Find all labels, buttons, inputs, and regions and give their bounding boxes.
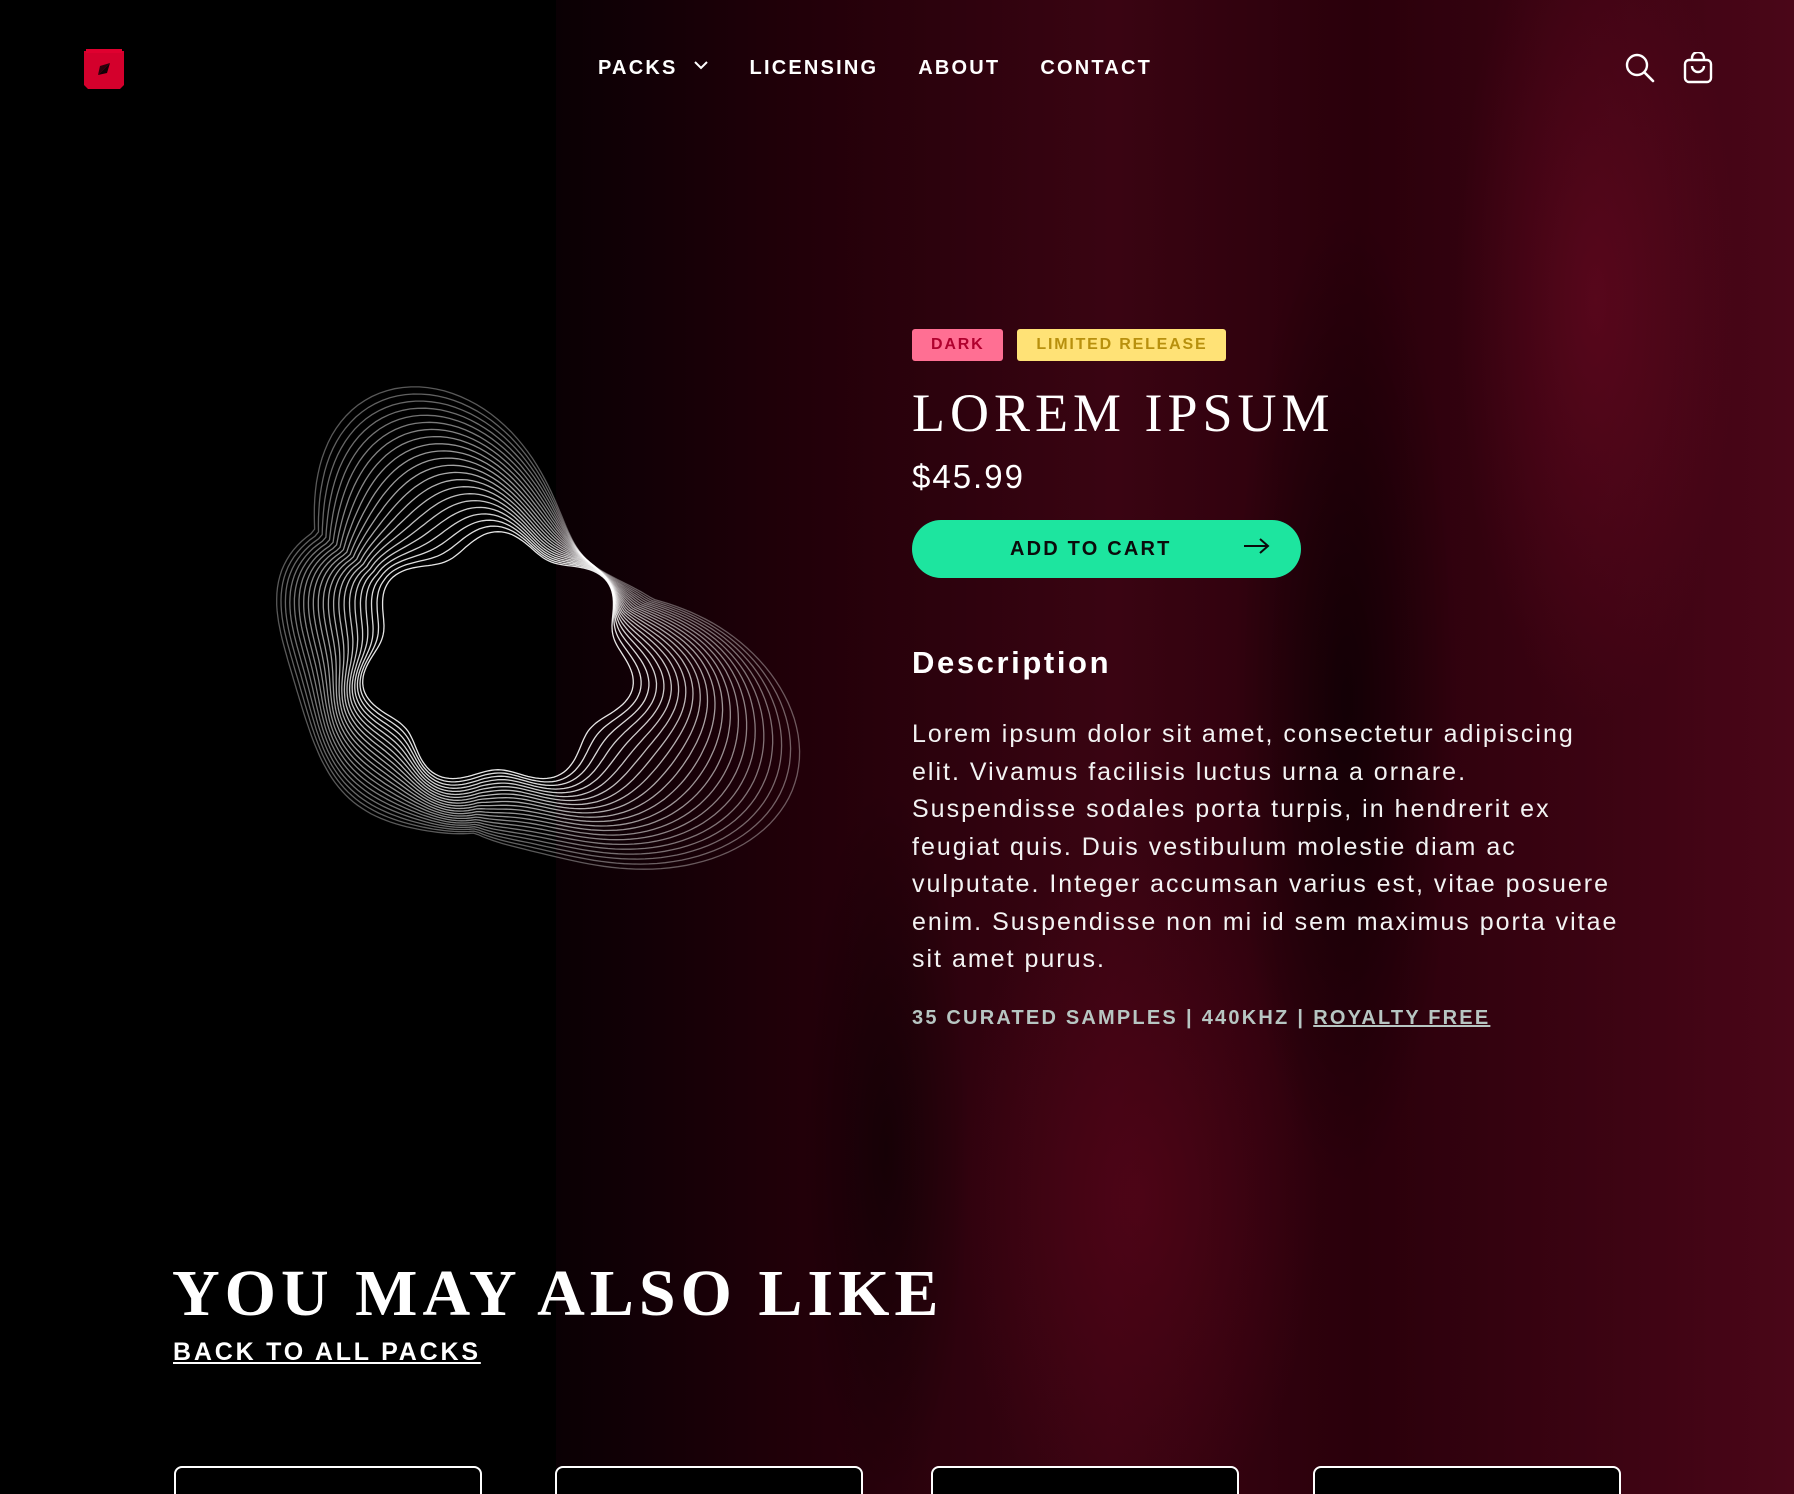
- shopping-bag-icon[interactable]: [1682, 50, 1714, 84]
- product-price: $45.99: [912, 458, 1025, 495]
- nav-contact[interactable]: CONTACT: [1040, 57, 1152, 80]
- description-text: Lorem ipsum dolor sit amet, consectetur …: [912, 720, 1619, 973]
- main-nav: PACKS LICENSING ABOUT CONTACT: [598, 56, 1152, 80]
- related-heading: YOU MAY ALSO LIKE: [172, 1257, 944, 1330]
- meta-rate: 440KHZ: [1201, 1007, 1290, 1029]
- add-to-cart-button[interactable]: ADD TO CART: [912, 520, 1301, 578]
- header-actions: [1624, 50, 1714, 84]
- related-card[interactable]: [931, 1466, 1239, 1494]
- nav-licensing[interactable]: LICENSING: [750, 57, 879, 80]
- related-card[interactable]: [174, 1466, 482, 1494]
- meta-separator: |: [1185, 1007, 1194, 1029]
- artwork-line: [351, 506, 665, 794]
- product-badges: DARK LIMITED RELEASE: [912, 329, 1227, 361]
- related-card[interactable]: [1313, 1466, 1621, 1494]
- product-artwork: [168, 335, 828, 985]
- chevron-down-icon: [692, 56, 710, 80]
- artwork-line: [343, 486, 687, 806]
- search-icon[interactable]: [1624, 52, 1656, 84]
- add-to-cart-label: ADD TO CART: [1010, 537, 1172, 560]
- artwork-line: [356, 519, 650, 787]
- brand-logo-icon[interactable]: [80, 45, 128, 93]
- description-heading: Description: [912, 645, 1112, 680]
- nav-about[interactable]: ABOUT: [918, 57, 1000, 80]
- meta-samples: 35 CURATED SAMPLES: [912, 1007, 1178, 1029]
- nav-packs[interactable]: PACKS: [598, 56, 710, 80]
- artwork-line: [346, 493, 680, 802]
- artwork-line: [276, 386, 801, 870]
- related-card[interactable]: [555, 1466, 863, 1494]
- royalty-free-link[interactable]: ROYALTY FREE: [1313, 1007, 1490, 1029]
- nav-licensing-label: LICENSING: [749, 56, 879, 79]
- arrow-right-icon: [1243, 537, 1271, 561]
- badge-limited-release: LIMITED RELEASE: [1017, 329, 1227, 361]
- product-title: LOREM IPSUM: [912, 383, 1335, 443]
- nav-packs-label: PACKS: [598, 56, 678, 79]
- badge-dark: DARK: [912, 329, 1004, 361]
- product-meta: 35 CURATED SAMPLES | 440KHZ | ROYALTY FREE: [912, 1007, 1490, 1030]
- artwork-line: [348, 499, 672, 798]
- back-to-all-packs-link[interactable]: BACK TO ALL PACKS: [173, 1338, 481, 1367]
- nav-contact-label: CONTACT: [1040, 56, 1153, 79]
- meta-separator: |: [1297, 1007, 1306, 1029]
- nav-about-label: ABOUT: [918, 56, 1001, 79]
